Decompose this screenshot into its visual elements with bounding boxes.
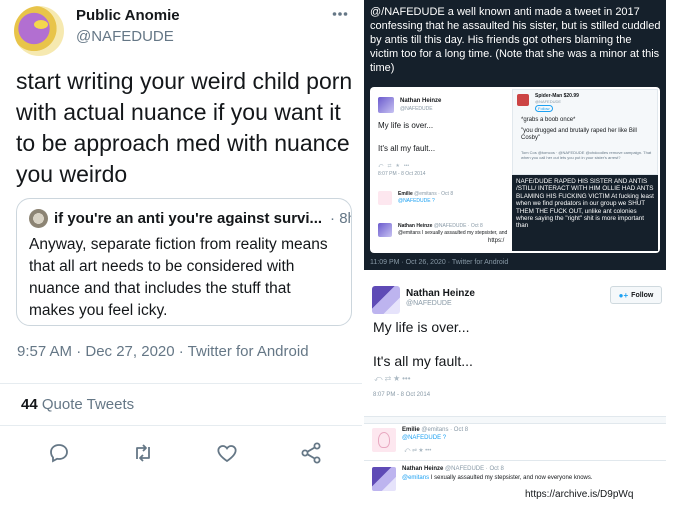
- quote-count-number: 44: [21, 396, 38, 413]
- quote-body: Anyway, separate fiction from reality me…: [29, 236, 328, 325]
- action-icons[interactable]: ⤺ ⇄ ★ •••: [374, 374, 484, 384]
- dark-reply-tweet: @/NAFEDUDE a well known anti made a twee…: [364, 0, 666, 270]
- like-icon[interactable]: [215, 441, 239, 465]
- archived-tweet: Nathan Heinze @NAFEDUDE ●+ Follow My lif…: [364, 270, 666, 505]
- avatar: [378, 97, 394, 113]
- avatar[interactable]: [372, 286, 400, 314]
- follow-person-icon: ●+: [618, 290, 629, 300]
- reply-text: @/NAFEDUDE a well known anti made a twee…: [370, 6, 661, 74]
- card-line1: My life is over...: [378, 121, 434, 130]
- divider: [0, 383, 362, 384]
- reply-action-icons[interactable]: ⤺ ⇄ ★ •••: [404, 448, 431, 455]
- sm-handle: @NAFEDUDE: [535, 99, 562, 104]
- tweet-actions: [47, 441, 337, 465]
- user-handle[interactable]: @NAFEDUDE: [76, 28, 174, 45]
- archive-link-fragment[interactable]: https:/: [488, 238, 504, 244]
- avatar: [378, 191, 392, 205]
- main-tweet: Public Anomie @NAFEDUDE start writing yo…: [0, 0, 362, 505]
- archived-line1: My life is over...: [373, 319, 470, 335]
- emilie-name: Emilie @emitans · Oct 8: [398, 191, 454, 197]
- quote-time: · 8h: [330, 210, 351, 227]
- archived-line2: It's all my fault...: [373, 353, 473, 369]
- card-handle: @NAFEDUDE: [400, 106, 433, 112]
- avatar[interactable]: [372, 428, 396, 452]
- sm-line3: Tom Cos @tomcos · @NAFEDUDE @ohdoodles r…: [521, 150, 652, 160]
- tweet-text: start writing your weird child porn with…: [16, 68, 353, 187]
- avatar: [378, 223, 392, 237]
- archived-name[interactable]: Nathan Heinze: [406, 288, 475, 299]
- overlay-text-box: NAFE/DUDE RAPED HIS SISTER AND ANTIS /ST…: [512, 175, 658, 251]
- reply-body: @NAFEDUDE ?: [402, 435, 447, 441]
- avatar[interactable]: [372, 467, 396, 491]
- tweet-timestamp[interactable]: 9:57 AM · Dec 27, 2020 · Twitter for And…: [17, 343, 309, 360]
- reply-timestamp[interactable]: 11:09 PM · Oct 26, 2020 · Twitter for An…: [370, 259, 508, 266]
- ellipsis-icon[interactable]: [332, 4, 348, 20]
- divider: [364, 416, 666, 424]
- display-name[interactable]: Public Anomie: [76, 7, 180, 24]
- quote-author-name: if you're an anti you're against survi..…: [54, 210, 323, 227]
- reply-icon[interactable]: [47, 441, 71, 465]
- nathan-reply-body: @emitans I sexually assaulted my stepsis…: [398, 230, 508, 236]
- follow-label: Follow: [631, 291, 654, 299]
- avatar: [517, 94, 529, 106]
- quote-tweets-count[interactable]: 44 Quote Tweets: [21, 396, 134, 413]
- reply-author: Emilie @emitans · Oct 8: [402, 427, 469, 433]
- archive-url[interactable]: https://archive.is/D9pWq: [525, 489, 633, 500]
- quote-avatar: [29, 209, 48, 228]
- sm-line1: *grabs a boob once*: [521, 117, 576, 123]
- quote-tweet-card[interactable]: if you're an anti you're against survi..…: [16, 198, 352, 326]
- nathan-reply-name: Nathan Heinze @NAFEDUDE · Oct 8: [398, 223, 483, 229]
- screenshot-card: Nathan Heinze @NAFEDUDE My life is over.…: [370, 87, 660, 253]
- card-date: 8:07 PM - 8 Oct 2014: [378, 171, 426, 177]
- archived-handle[interactable]: @NAFEDUDE: [406, 300, 452, 307]
- card-line2: It's all my fault...: [378, 144, 436, 153]
- card-name: Nathan Heinze: [400, 98, 442, 104]
- follow-button[interactable]: ●+ Follow: [610, 286, 662, 304]
- quote-count-label: Quote Tweets: [41, 396, 135, 413]
- spiderman-tweet-card: Spider-Man $20.99 @NAFEDUDE Follow *grab…: [512, 89, 658, 175]
- sm-line2: "you drugged and brutally raped her like…: [521, 128, 637, 141]
- archived-date: 8:07 PM - 8 Oct 2014: [373, 392, 431, 398]
- reply-author: Nathan Heinze @NAFEDUDE · Oct 8: [402, 466, 504, 472]
- emilie-body: @NAFEDUDE ?: [398, 198, 435, 204]
- reply-body: @emitans I sexually assaulted my stepsis…: [402, 475, 593, 481]
- action-icons: ⤺ ⇄ ★ •••: [378, 163, 410, 169]
- divider: [364, 460, 666, 461]
- retweet-icon[interactable]: [131, 441, 155, 465]
- divider: [0, 425, 362, 426]
- avatar[interactable]: [14, 6, 64, 56]
- follow-button[interactable]: Follow: [535, 105, 553, 112]
- share-icon[interactable]: [299, 441, 323, 465]
